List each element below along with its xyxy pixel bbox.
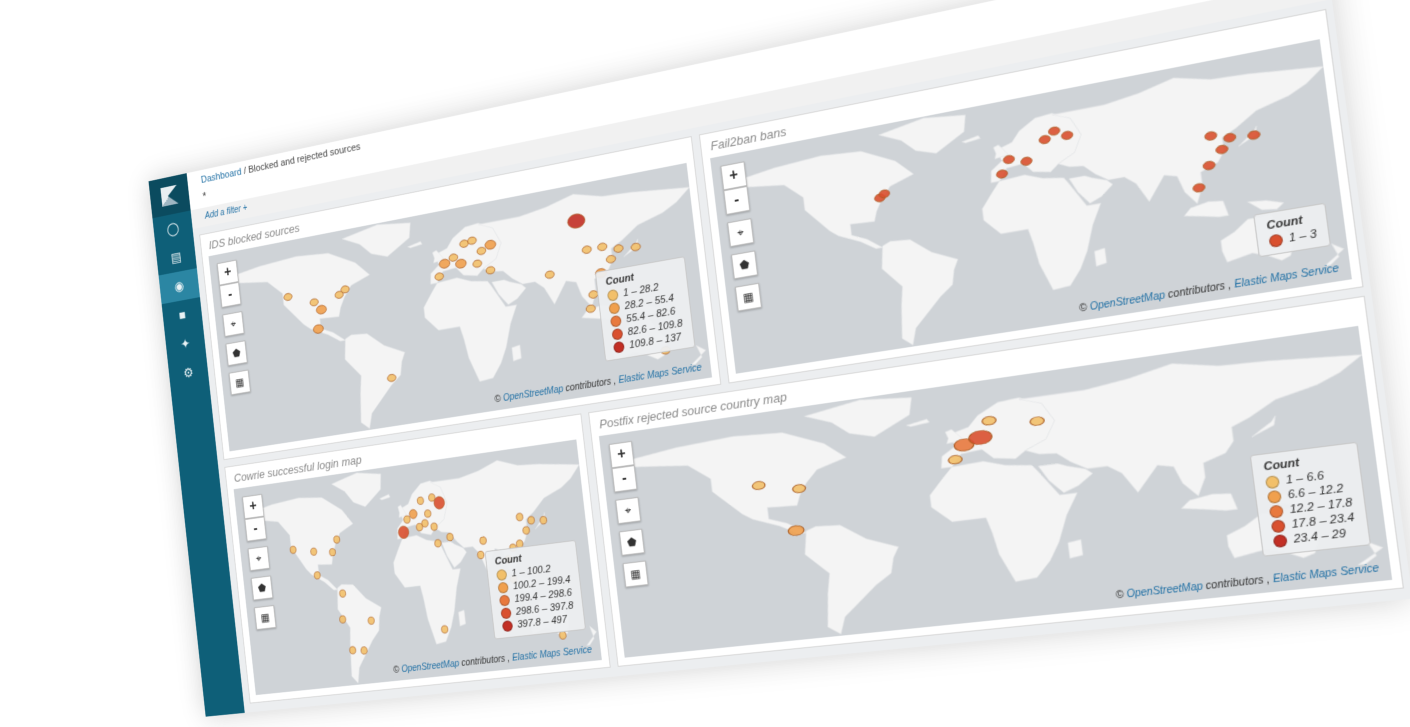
map-legend: Count 1 – 28.2 28.2 – 55.4 55.4 – 82.6 82.6 … bbox=[594, 256, 696, 362]
draw-rectangle-button[interactable]: ▦ bbox=[228, 369, 251, 396]
polygon-icon: ⬟ bbox=[626, 535, 638, 550]
fit-bounds-icon: ⌖ bbox=[624, 503, 632, 517]
fit-bounds-icon: ⌖ bbox=[736, 224, 745, 240]
draw-polygon-button[interactable]: ⬟ bbox=[618, 528, 645, 556]
breadcrumb: Dashboard / Blocked and rejected sources bbox=[201, 141, 361, 185]
breadcrumb-dashboard-link[interactable]: Dashboard bbox=[201, 167, 242, 186]
draw-rectangle-button[interactable]: ▦ bbox=[622, 560, 649, 588]
rectangle-icon: ▦ bbox=[629, 566, 642, 582]
fit-bounds-button[interactable]: ⌖ bbox=[222, 311, 245, 337]
legend-swatch bbox=[1267, 233, 1284, 249]
landmass bbox=[1068, 540, 1083, 559]
landmass bbox=[1094, 248, 1107, 266]
legend-swatch bbox=[608, 301, 621, 315]
copyright: © bbox=[392, 665, 400, 676]
legend-swatch bbox=[495, 568, 508, 582]
query-bar[interactable]: * bbox=[202, 190, 207, 203]
legend-swatch bbox=[501, 620, 513, 633]
legend-swatch bbox=[1266, 489, 1282, 504]
gear-icon: ⚙ bbox=[182, 365, 195, 382]
polygon-icon: ⬟ bbox=[257, 581, 267, 595]
legend-swatch bbox=[612, 340, 625, 354]
rectangle-icon: ▦ bbox=[742, 289, 755, 305]
legend-swatch bbox=[611, 327, 624, 341]
legend-swatch bbox=[497, 581, 509, 594]
breadcrumb-separator: / bbox=[243, 165, 247, 177]
copyright: © bbox=[1078, 302, 1088, 315]
fit-bounds-icon: ⌖ bbox=[255, 551, 263, 565]
map-legend: Count 1 – 100.2 100.2 – 199.4 199.4 – 298.6… bbox=[484, 539, 586, 640]
draw-rectangle-button[interactable]: ▦ bbox=[734, 282, 762, 312]
polygon-icon: ⬟ bbox=[738, 257, 751, 273]
draw-polygon-button[interactable]: ⬟ bbox=[250, 575, 274, 601]
add-filter-label: Add a filter bbox=[204, 204, 242, 222]
legend-swatch bbox=[1270, 519, 1286, 534]
zoom-out-button[interactable]: - bbox=[611, 465, 638, 493]
legend-swatch bbox=[1272, 533, 1288, 549]
fit-bounds-icon: ⌖ bbox=[230, 317, 237, 331]
landmass bbox=[512, 345, 522, 361]
zoom-in-button[interactable]: + bbox=[242, 493, 265, 520]
kibana-logo-mark bbox=[160, 185, 178, 207]
draw-rectangle-button[interactable]: ▦ bbox=[254, 605, 277, 630]
plus-icon: + bbox=[242, 203, 248, 214]
draw-polygon-button[interactable]: ⬟ bbox=[225, 340, 248, 367]
rectangle-icon: ▦ bbox=[260, 610, 271, 625]
zoom-out-button[interactable]: - bbox=[244, 516, 267, 542]
legend-swatch bbox=[609, 314, 622, 328]
zoom-out-button[interactable]: - bbox=[219, 281, 242, 308]
legend-swatch bbox=[1268, 504, 1284, 519]
draw-polygon-button[interactable]: ⬟ bbox=[731, 250, 759, 280]
wrench-icon: ✦ bbox=[179, 336, 191, 353]
zoom-out-button[interactable]: - bbox=[723, 185, 751, 215]
breadcrumb-current: Blocked and rejected sources bbox=[247, 141, 361, 176]
tile-map[interactable]: + - ⌖ ⬟ ▦ Count 1 – 100.2 100.2 – 199.4 199.4 – … bbox=[233, 439, 602, 696]
panel-cowrie-successful-login-map: Cowrie successful login map + - ⌖ ⬟ ▦ Count 1 –… bbox=[224, 413, 611, 704]
timelion-icon: ■ bbox=[178, 307, 187, 323]
legend-swatch bbox=[500, 607, 512, 620]
copyright: © bbox=[494, 394, 502, 406]
dashboard-grid: IDS blocked sources + - ⌖ ⬟ ▦ Count 1 – 28.2 28.… bbox=[192, 0, 1410, 713]
nav-management[interactable]: ⚙ bbox=[168, 355, 210, 391]
legend-swatch bbox=[606, 288, 619, 302]
bar-chart-icon: ▤ bbox=[170, 249, 183, 267]
legend-range: 1 – 3 bbox=[1288, 227, 1318, 245]
legend-swatch bbox=[1264, 475, 1280, 490]
fit-bounds-button[interactable]: ⌖ bbox=[727, 218, 755, 248]
compass-icon: ◯ bbox=[166, 220, 181, 238]
map-legend: Count 1 – 6.6 6.6 – 12.2 12.2 – 17.8 17.8 – … bbox=[1249, 441, 1372, 557]
copyright: © bbox=[1115, 589, 1125, 602]
kibana-dashboard: ◯ ▤ ◉ ■ ✦ ⚙ Dashboard / Blocked and reje… bbox=[148, 0, 1410, 717]
rectangle-icon: ▦ bbox=[234, 375, 245, 390]
polygon-icon: ⬟ bbox=[231, 346, 242, 360]
fit-bounds-button[interactable]: ⌖ bbox=[247, 545, 270, 572]
zoom-in-button[interactable]: + bbox=[608, 440, 635, 469]
fit-bounds-button[interactable]: ⌖ bbox=[615, 496, 642, 525]
dashboard-icon: ◉ bbox=[173, 278, 185, 295]
legend-swatch bbox=[498, 594, 511, 607]
